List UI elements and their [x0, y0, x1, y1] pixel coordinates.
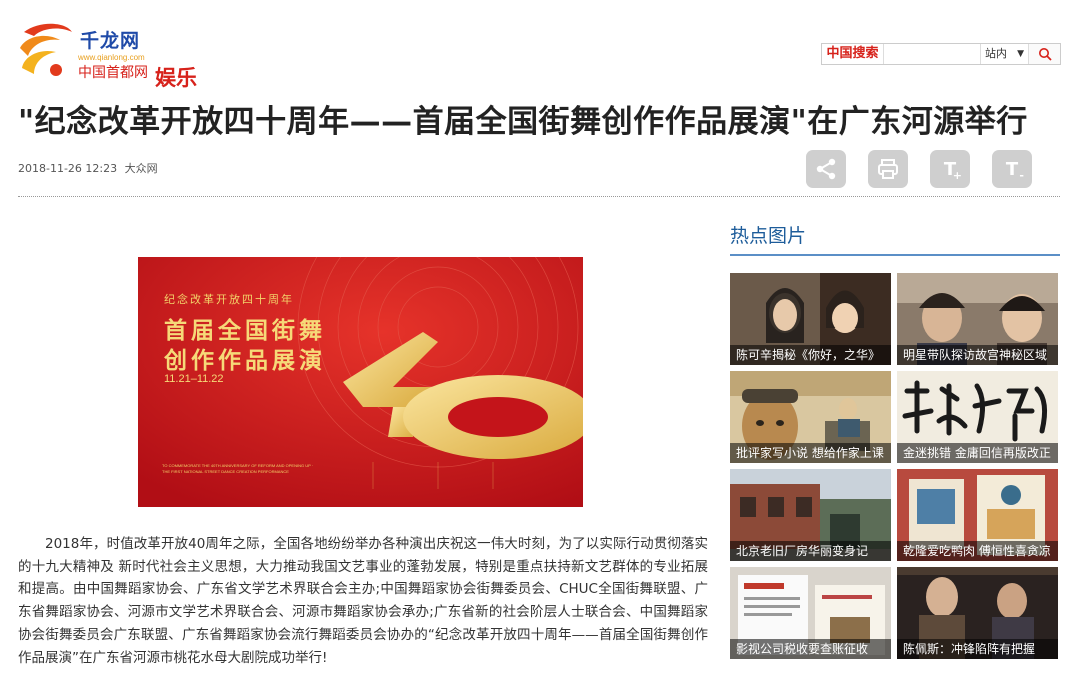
- article-source: 大众网: [124, 162, 158, 175]
- logo-site-name: 千龙网: [80, 30, 141, 52]
- dragon-logo-icon: [20, 23, 72, 76]
- channel-name[interactable]: 娱乐: [155, 62, 197, 92]
- search-bar: 中国搜索 站内 ▼: [821, 43, 1061, 65]
- font-smaller-button[interactable]: T -: [992, 150, 1032, 188]
- article-body: 2018年，时值改革开放40周年之际，全国各地纷纷举办各种演出庆祝这一伟大时刻，…: [18, 536, 708, 666]
- article-meta: 2018-11-26 12:23 大众网: [18, 160, 162, 176]
- share-button[interactable]: [806, 150, 846, 188]
- hot-image-caption: 北京老旧厂房华丽变身记: [730, 541, 891, 561]
- hot-image-item[interactable]: 影视公司税收要查账征收: [730, 567, 891, 659]
- logo-url: www.qianlong.com: [78, 53, 145, 62]
- poster-english-caption: TO COMMEMORATE THE 40TH ANNIVERSARY OF R…: [162, 463, 314, 474]
- hot-image-item[interactable]: 乾隆爱吃鸭肉 傅恒性喜贪凉: [897, 469, 1058, 561]
- hot-image-caption: 陈佩斯：冲锋陷阵有把握: [897, 639, 1058, 659]
- chevron-down-icon: ▼: [1017, 49, 1024, 59]
- hot-image-caption: 陈可辛揭秘《你好，之华》: [730, 345, 891, 365]
- search-icon: [1038, 48, 1052, 61]
- search-brand-label: 中国搜索: [822, 44, 884, 64]
- hot-image-caption: 批评家写小说 想给作家上课: [730, 443, 891, 463]
- hot-image-item[interactable]: 明星带队探访故宫神秘区域: [897, 273, 1058, 365]
- logo-subtitle: 中国首都网: [78, 65, 148, 81]
- share-icon: [816, 158, 836, 180]
- hot-image-item[interactable]: 陈可辛揭秘《你好，之华》: [730, 273, 891, 365]
- minus-icon: -: [1019, 169, 1024, 182]
- search-input[interactable]: [884, 44, 980, 64]
- printer-icon: [878, 159, 898, 179]
- article-title: "纪念改革开放四十周年——首届全国街舞创作作品展演"在广东河源举行: [18, 104, 1028, 140]
- poster-headline-2: 创作作品展演: [164, 347, 326, 374]
- font-larger-button[interactable]: T +: [930, 150, 970, 188]
- hot-image-caption: 金迷挑错 金庸回信再版改正: [897, 443, 1058, 463]
- poster-dates: 11.21–11.22: [164, 373, 224, 385]
- plus-icon: +: [952, 169, 962, 182]
- article-poster-image: 纪念改革开放四十周年 首届全国街舞 创作作品展演 11.21–11.22 TO …: [138, 257, 583, 507]
- hot-image-item[interactable]: 金迷挑错 金庸回信再版改正: [897, 371, 1058, 463]
- search-button[interactable]: [1028, 44, 1060, 64]
- hot-image-item[interactable]: 批评家写小说 想给作家上课: [730, 371, 891, 463]
- hot-image-caption: 影视公司税收要查账征收: [730, 639, 891, 659]
- search-scope-value: 站内: [985, 47, 1007, 60]
- hot-image-item[interactable]: 北京老旧厂房华丽变身记: [730, 469, 891, 561]
- hot-images-title: 热点图片: [730, 225, 807, 247]
- poster-subtitle: 纪念改革开放四十周年: [164, 293, 294, 306]
- hot-image-caption: 明星带队探访故宫神秘区域: [897, 345, 1058, 365]
- article-date: 2018-11-26 12:23: [18, 162, 118, 175]
- font-smaller-icon: T: [1005, 158, 1019, 180]
- hot-image-item[interactable]: 陈佩斯：冲锋陷阵有把握: [897, 567, 1058, 659]
- article-toolbar: T + T -: [806, 150, 1032, 188]
- header-divider: [18, 196, 1060, 197]
- print-button[interactable]: [868, 150, 908, 188]
- site-logo[interactable]: 千龙网 www.qianlong.com 中国首都网 娱乐: [16, 18, 206, 90]
- hot-image-caption: 乾隆爱吃鸭肉 傅恒性喜贪凉: [897, 541, 1058, 561]
- hot-images-rule: [730, 254, 1060, 256]
- poster-headline-1: 首届全国街舞: [164, 317, 326, 344]
- hot-images-grid: 陈可辛揭秘《你好，之华》 明星带队探访故宫神秘区域 批评家写小说 想给作家上课: [730, 273, 1060, 659]
- search-scope-select[interactable]: 站内 ▼: [980, 44, 1028, 64]
